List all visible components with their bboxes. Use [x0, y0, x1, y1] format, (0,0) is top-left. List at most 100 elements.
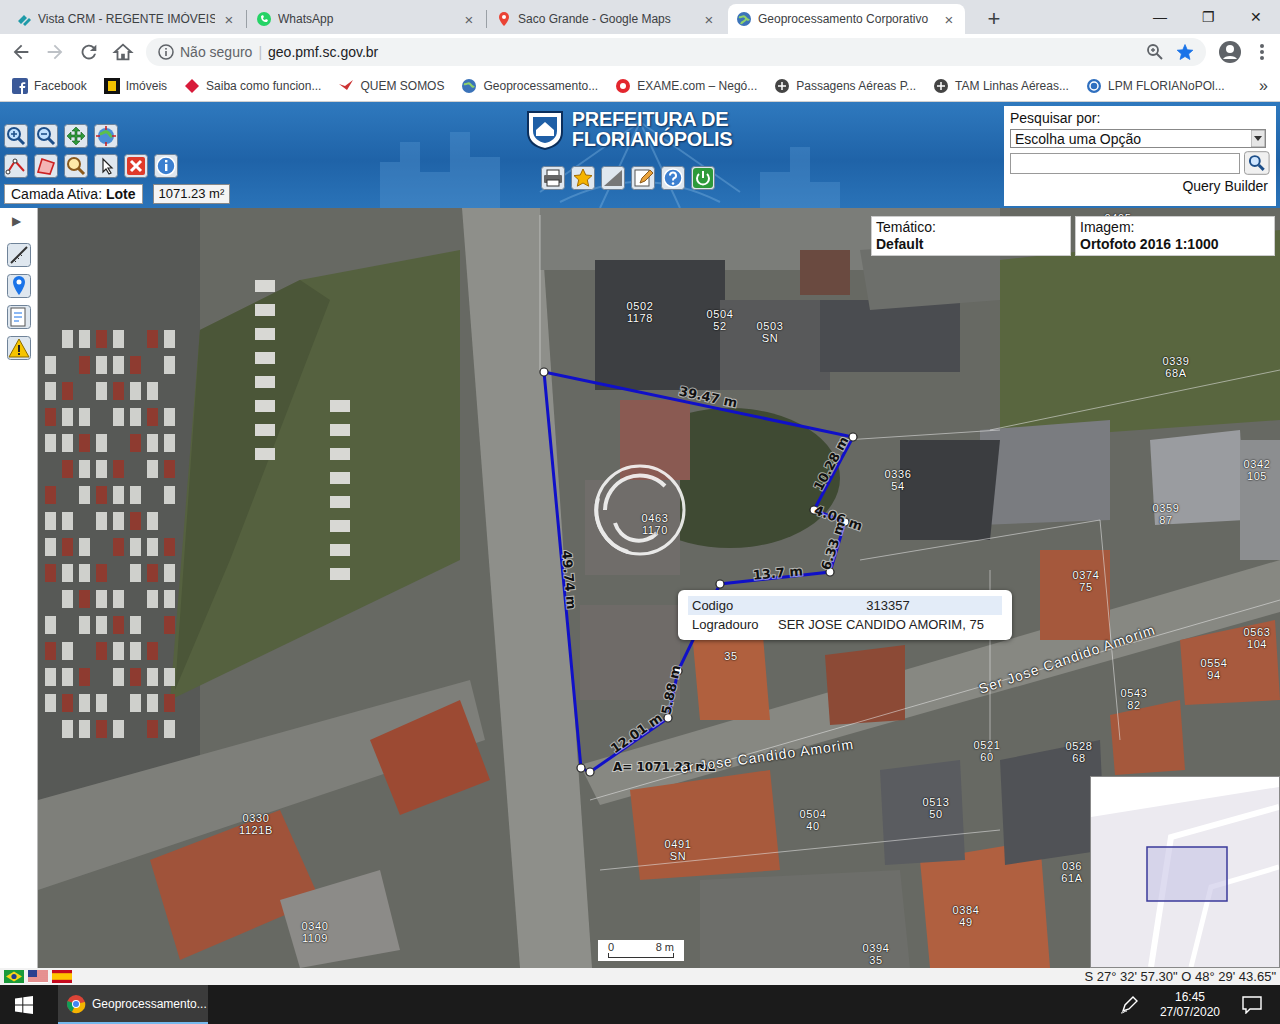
bookmark[interactable]: Facebook: [12, 78, 87, 94]
bookmark-label: Saiba como funcion...: [206, 79, 321, 93]
lot-label[interactable]: 0563104: [1244, 626, 1271, 650]
lot-label[interactable]: 052160: [974, 739, 1001, 763]
close-button[interactable]: ✕: [1232, 0, 1280, 34]
address-field[interactable]: Não seguro | geo.pmf.sc.gov.br: [146, 38, 1206, 66]
back-icon[interactable]: [10, 41, 32, 63]
home-icon[interactable]: [112, 41, 134, 63]
search-icon[interactable]: [1244, 151, 1270, 175]
lot-label[interactable]: 03661A: [1061, 860, 1082, 884]
pan-icon[interactable]: [64, 124, 88, 148]
reload-icon[interactable]: [78, 41, 100, 63]
zoom-in-icon[interactable]: [4, 124, 28, 148]
search-type-select[interactable]: Escolha uma Opção: [1010, 129, 1266, 148]
pen-icon[interactable]: [1120, 996, 1138, 1014]
bookmark[interactable]: Passagens Aéreas P...: [774, 78, 916, 94]
lot-label[interactable]: 033654: [885, 468, 912, 492]
forward-icon[interactable]: [44, 41, 66, 63]
bookmark[interactable]: EXAME.com – Negó...: [615, 78, 757, 94]
panel-toggle[interactable]: ▶: [12, 214, 21, 228]
edge-length: 39.47 m: [678, 384, 739, 411]
logout-icon[interactable]: [691, 166, 715, 190]
measure-area-icon[interactable]: [34, 154, 58, 178]
lot-label[interactable]: 04631170: [642, 512, 669, 536]
clock[interactable]: 16:4527/07/2020: [1160, 990, 1220, 1020]
lot-label[interactable]: 0491SN: [665, 838, 692, 862]
minimize-button[interactable]: —: [1136, 0, 1184, 34]
map[interactable]: 39.47 m10.28 m4.06 m6.33 m13.7 m5.88 m12…: [0, 208, 1280, 968]
lot-label[interactable]: 035987: [1153, 502, 1180, 526]
lot-label[interactable]: 0503SN: [757, 320, 784, 344]
lot-label[interactable]: 051350: [923, 796, 950, 820]
new-tab-button[interactable]: +: [978, 4, 1010, 34]
zoom-icon[interactable]: [1146, 43, 1164, 61]
tab-close[interactable]: ×: [941, 11, 957, 28]
tab-close[interactable]: ×: [701, 11, 717, 28]
lot-label[interactable]: 037475: [1073, 569, 1100, 593]
edit-icon[interactable]: [631, 166, 655, 190]
lot-code: 0491: [665, 838, 692, 850]
dropdown-arrow-icon[interactable]: [1251, 130, 1265, 147]
info-icon[interactable]: [158, 44, 174, 60]
url[interactable]: geo.pmf.sc.gov.br: [268, 44, 378, 60]
bookmark[interactable]: LPM FLORIANoPOl...: [1086, 78, 1225, 94]
lot-label[interactable]: 0342105: [1244, 458, 1271, 482]
brazil-flag-icon[interactable]: [4, 970, 24, 983]
lot-label[interactable]: 039435: [863, 942, 890, 966]
more-bookmarks[interactable]: »: [1259, 77, 1268, 95]
bookmark-star-icon[interactable]: [1176, 43, 1194, 61]
lot-label[interactable]: 050452: [707, 308, 734, 332]
layers-icon[interactable]: [601, 166, 625, 190]
lot-label[interactable]: 03301121B: [239, 812, 273, 836]
browser-tab[interactable]: WhatsApp×: [248, 4, 485, 34]
us-flag-icon[interactable]: [28, 970, 48, 983]
find-icon[interactable]: [64, 154, 88, 178]
zoom-out-icon[interactable]: [34, 124, 58, 148]
help-icon[interactable]: [661, 166, 685, 190]
lot-label[interactable]: 052868: [1066, 740, 1093, 764]
notifications-icon[interactable]: [1242, 996, 1262, 1014]
windows-logo-icon[interactable]: [15, 996, 33, 1014]
clear-icon[interactable]: [124, 154, 148, 178]
lot-label[interactable]: 03401109: [302, 920, 329, 944]
tab-close[interactable]: ×: [221, 11, 237, 28]
bookmark[interactable]: TAM Linhas Aéreas...: [933, 78, 1069, 94]
lot-label[interactable]: 038449: [953, 904, 980, 928]
restore-button[interactable]: ❐: [1184, 0, 1232, 34]
taskbar-window[interactable]: Geoprocessamento...: [58, 985, 208, 1024]
tab-close[interactable]: ×: [461, 11, 477, 28]
query-builder-link[interactable]: Query Builder: [1010, 178, 1270, 194]
browser-tab[interactable]: Saco Grande - Google Maps×: [488, 4, 725, 34]
browser-tab[interactable]: Geoprocessamento Corporativo×: [728, 4, 965, 34]
bookmark[interactable]: Saiba como funcion...: [184, 78, 321, 94]
lot-label[interactable]: 05021178: [627, 300, 654, 324]
bookmark[interactable]: Imóveis: [104, 78, 167, 94]
lot-label[interactable]: 055494: [1201, 657, 1228, 681]
globe-icon: [736, 11, 752, 27]
select-icon[interactable]: [94, 154, 118, 178]
browser-tab[interactable]: Vista CRM - REGENTE IMÓVEIS×: [8, 4, 245, 34]
parcel-outline[interactable]: 39.47 m10.28 m4.06 m6.33 m13.7 m5.88 m12…: [540, 368, 864, 776]
measure-line-icon[interactable]: [4, 154, 28, 178]
notes-icon[interactable]: [7, 305, 31, 329]
lot-label[interactable]: 054382: [1121, 687, 1148, 711]
profile-icon[interactable]: [1218, 40, 1242, 64]
start-button[interactable]: [0, 985, 48, 1024]
menu-icon[interactable]: [1254, 40, 1270, 64]
warning-icon[interactable]: [7, 336, 31, 360]
print-icon[interactable]: [541, 166, 565, 190]
spain-flag-icon[interactable]: [52, 970, 72, 983]
lot-number: SN: [665, 850, 692, 862]
overview-map[interactable]: [1090, 776, 1280, 968]
full-extent-icon[interactable]: [94, 124, 118, 148]
lot-label[interactable]: 050440: [800, 808, 827, 832]
bookmark-label: EXAME.com – Negó...: [637, 79, 757, 93]
lot-label[interactable]: 35: [724, 650, 737, 662]
lot-label[interactable]: 033968A: [1163, 355, 1190, 379]
marker-icon[interactable]: [7, 274, 31, 298]
measure-tool-icon[interactable]: [7, 243, 31, 267]
bookmark[interactable]: QUEM SOMOS: [338, 78, 444, 94]
favorite-star-icon[interactable]: [571, 166, 595, 190]
info-icon[interactable]: [154, 154, 178, 178]
search-input[interactable]: [1010, 153, 1240, 174]
bookmark[interactable]: Geoprocessamento...: [461, 78, 598, 94]
